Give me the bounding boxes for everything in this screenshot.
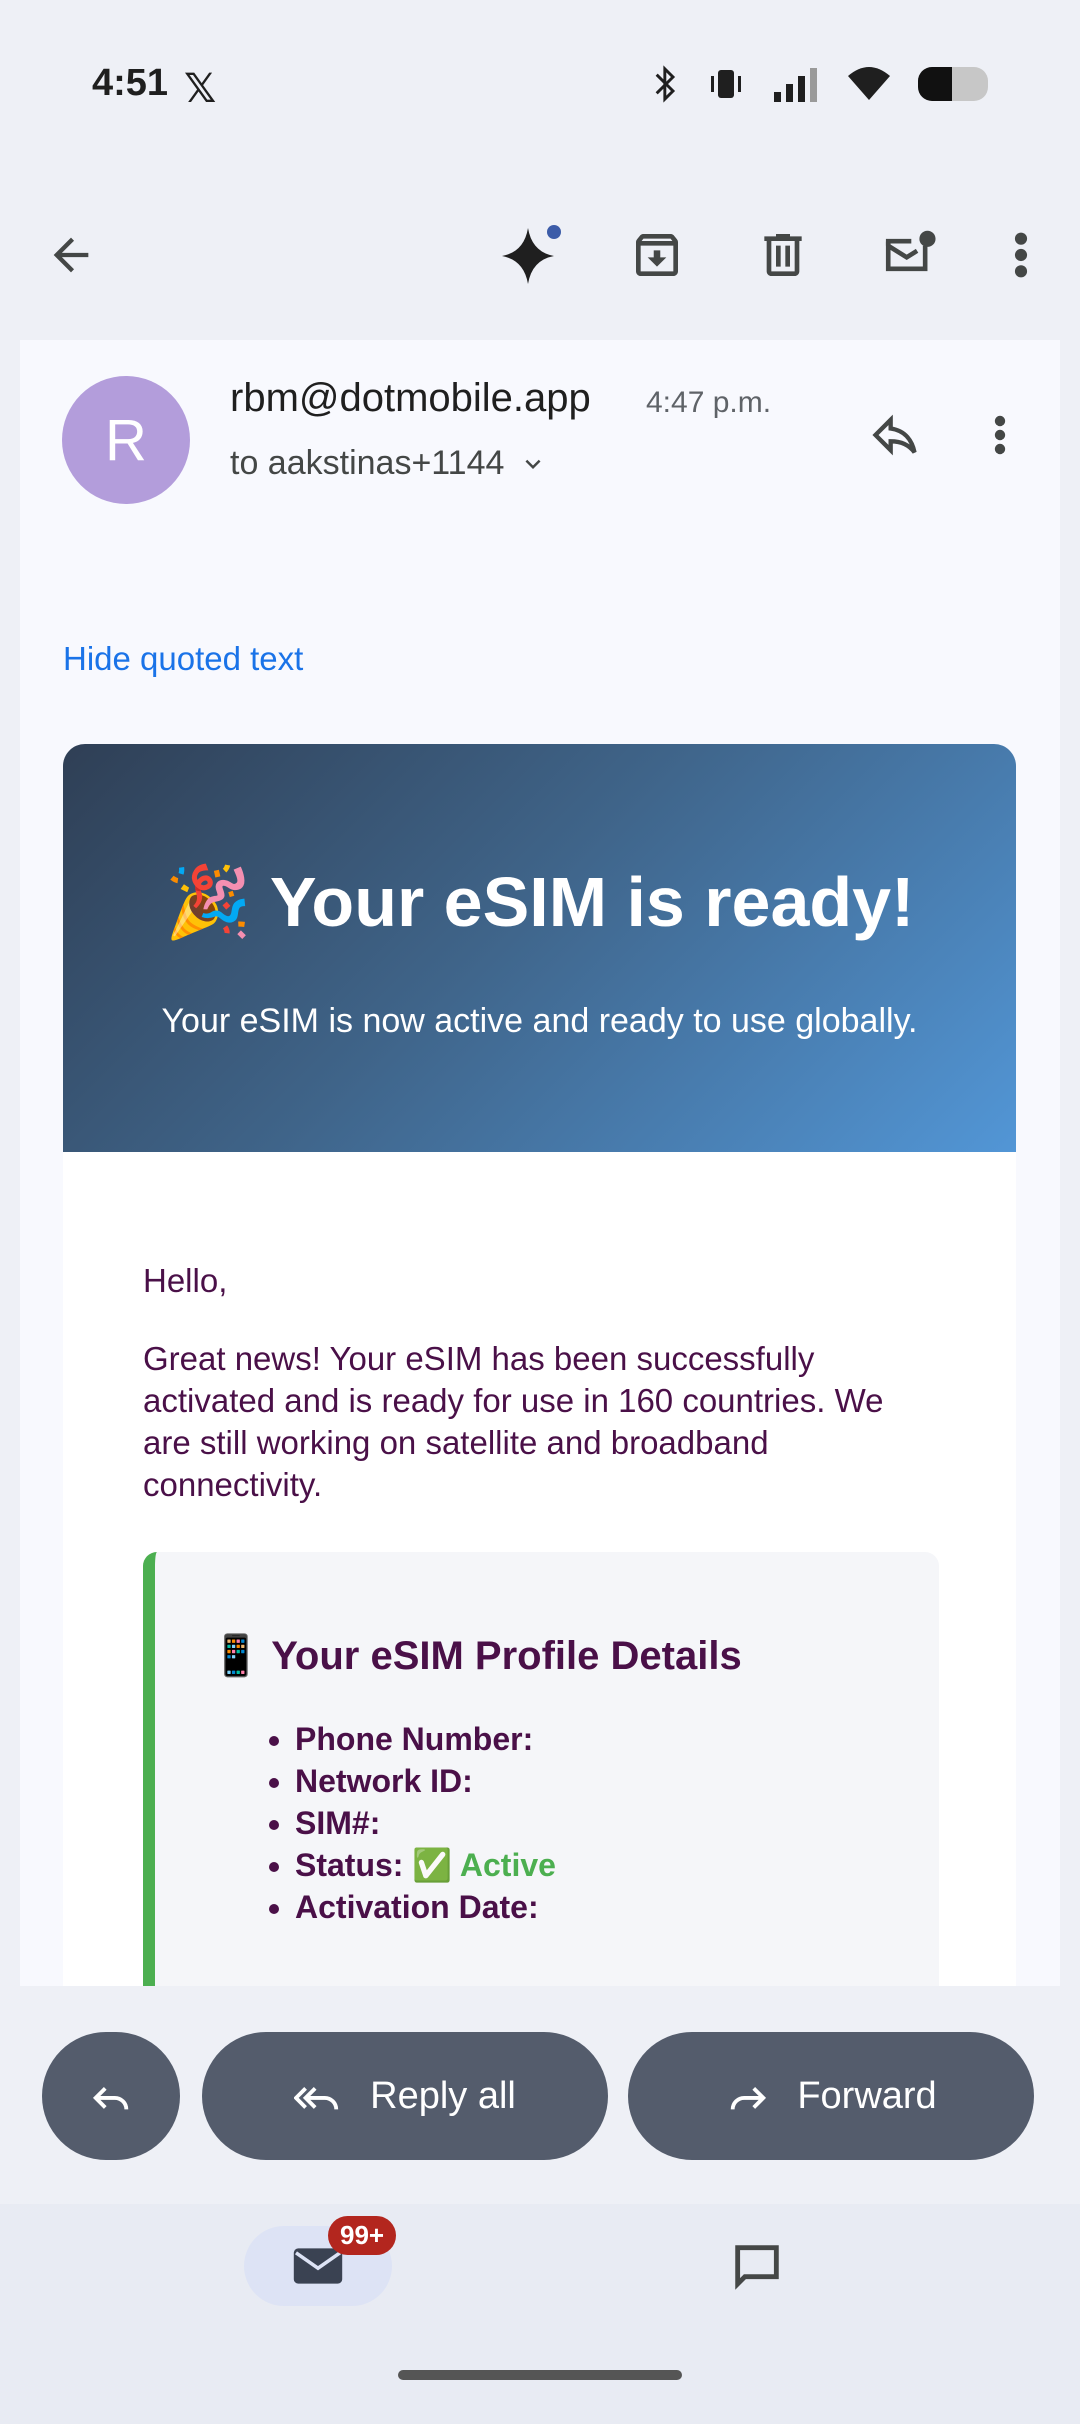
- reply-icon: [92, 2086, 129, 2110]
- reply-button[interactable]: [42, 2032, 180, 2160]
- more-vert-icon[interactable]: [986, 220, 1056, 290]
- status-time: 4:51: [92, 62, 169, 104]
- reply-icon[interactable]: [860, 400, 930, 470]
- recipient-label: to aakstinas+1144: [230, 444, 505, 482]
- status-icons: [652, 64, 988, 104]
- detail-status: Status: ✅ Active: [295, 1844, 556, 1886]
- recipient-details[interactable]: to aakstinas+1144: [230, 444, 548, 483]
- battery-icon: [918, 67, 988, 101]
- banner-title: 🎉 Your eSIM is ready!: [164, 863, 915, 941]
- hide-quoted-text-link[interactable]: Hide quoted text: [63, 640, 303, 678]
- forward-button[interactable]: Forward: [628, 2032, 1034, 2160]
- bottom-navigation: 99+: [0, 2204, 1080, 2424]
- detail-network-id: Network ID:: [295, 1760, 556, 1802]
- signal-icon: [774, 68, 817, 102]
- nav-chat[interactable]: [722, 2232, 792, 2302]
- status-bar: 4:51 𝕏: [0, 0, 1080, 180]
- status-label: Status:: [295, 1847, 404, 1883]
- status-value: ✅ Active: [412, 1847, 556, 1883]
- reply-all-icon: [294, 2086, 339, 2110]
- wifi-icon: [848, 67, 890, 100]
- banner-subtitle: Your eSIM is now active and ready to use…: [161, 1002, 918, 1040]
- reply-all-label: Reply all: [370, 2074, 516, 2117]
- details-list: Phone Number: Network ID: SIM#: Status: …: [265, 1718, 556, 1928]
- detail-phone-number: Phone Number:: [295, 1718, 556, 1760]
- forward-label: Forward: [797, 2074, 937, 2117]
- back-arrow-icon[interactable]: [36, 220, 106, 290]
- home-indicator[interactable]: [398, 2370, 682, 2380]
- body-paragraph: Great news! Your eSIM has been successfu…: [143, 1340, 884, 1503]
- email-body: Hello, Great news! Your eSIM has been su…: [63, 1152, 1016, 1986]
- greeting: Hello,: [143, 1262, 228, 1299]
- x-logo-icon: 𝕏: [184, 67, 217, 111]
- sender-address[interactable]: rbm@dotmobile.app: [230, 376, 591, 421]
- message-time: 4:47 p.m.: [646, 386, 772, 419]
- mark-unread-icon[interactable]: [874, 220, 944, 290]
- reply-actions: Reply all Forward: [0, 1986, 1080, 2204]
- details-title: 📱 Your eSIM Profile Details: [211, 1634, 742, 1678]
- detail-activation-date: Activation Date:: [295, 1886, 556, 1928]
- gemini-sparkle-icon[interactable]: [496, 220, 566, 290]
- forward-icon: [731, 2086, 767, 2110]
- esim-ready-banner: 🎉 Your eSIM is ready! Your eSIM is now a…: [63, 744, 1016, 1152]
- detail-sim-number: SIM#:: [295, 1802, 556, 1844]
- reply-all-button[interactable]: Reply all: [202, 2032, 608, 2160]
- delete-icon[interactable]: [748, 220, 818, 290]
- chevron-down-icon: [525, 459, 541, 469]
- chat-icon: [735, 2245, 779, 2290]
- vibrate-icon: [711, 70, 741, 98]
- message-more-icon[interactable]: [980, 400, 1020, 470]
- email-message: R rbm@dotmobile.app 4:47 p.m. to aakstin…: [20, 340, 1060, 1986]
- archive-icon[interactable]: [622, 220, 692, 290]
- unread-badge: 99+: [328, 2216, 397, 2255]
- bluetooth-icon: [655, 65, 676, 103]
- esim-profile-details: 📱 Your eSIM Profile Details Phone Number…: [143, 1552, 939, 1986]
- email-toolbar: [0, 200, 1080, 310]
- avatar[interactable]: R: [62, 376, 190, 504]
